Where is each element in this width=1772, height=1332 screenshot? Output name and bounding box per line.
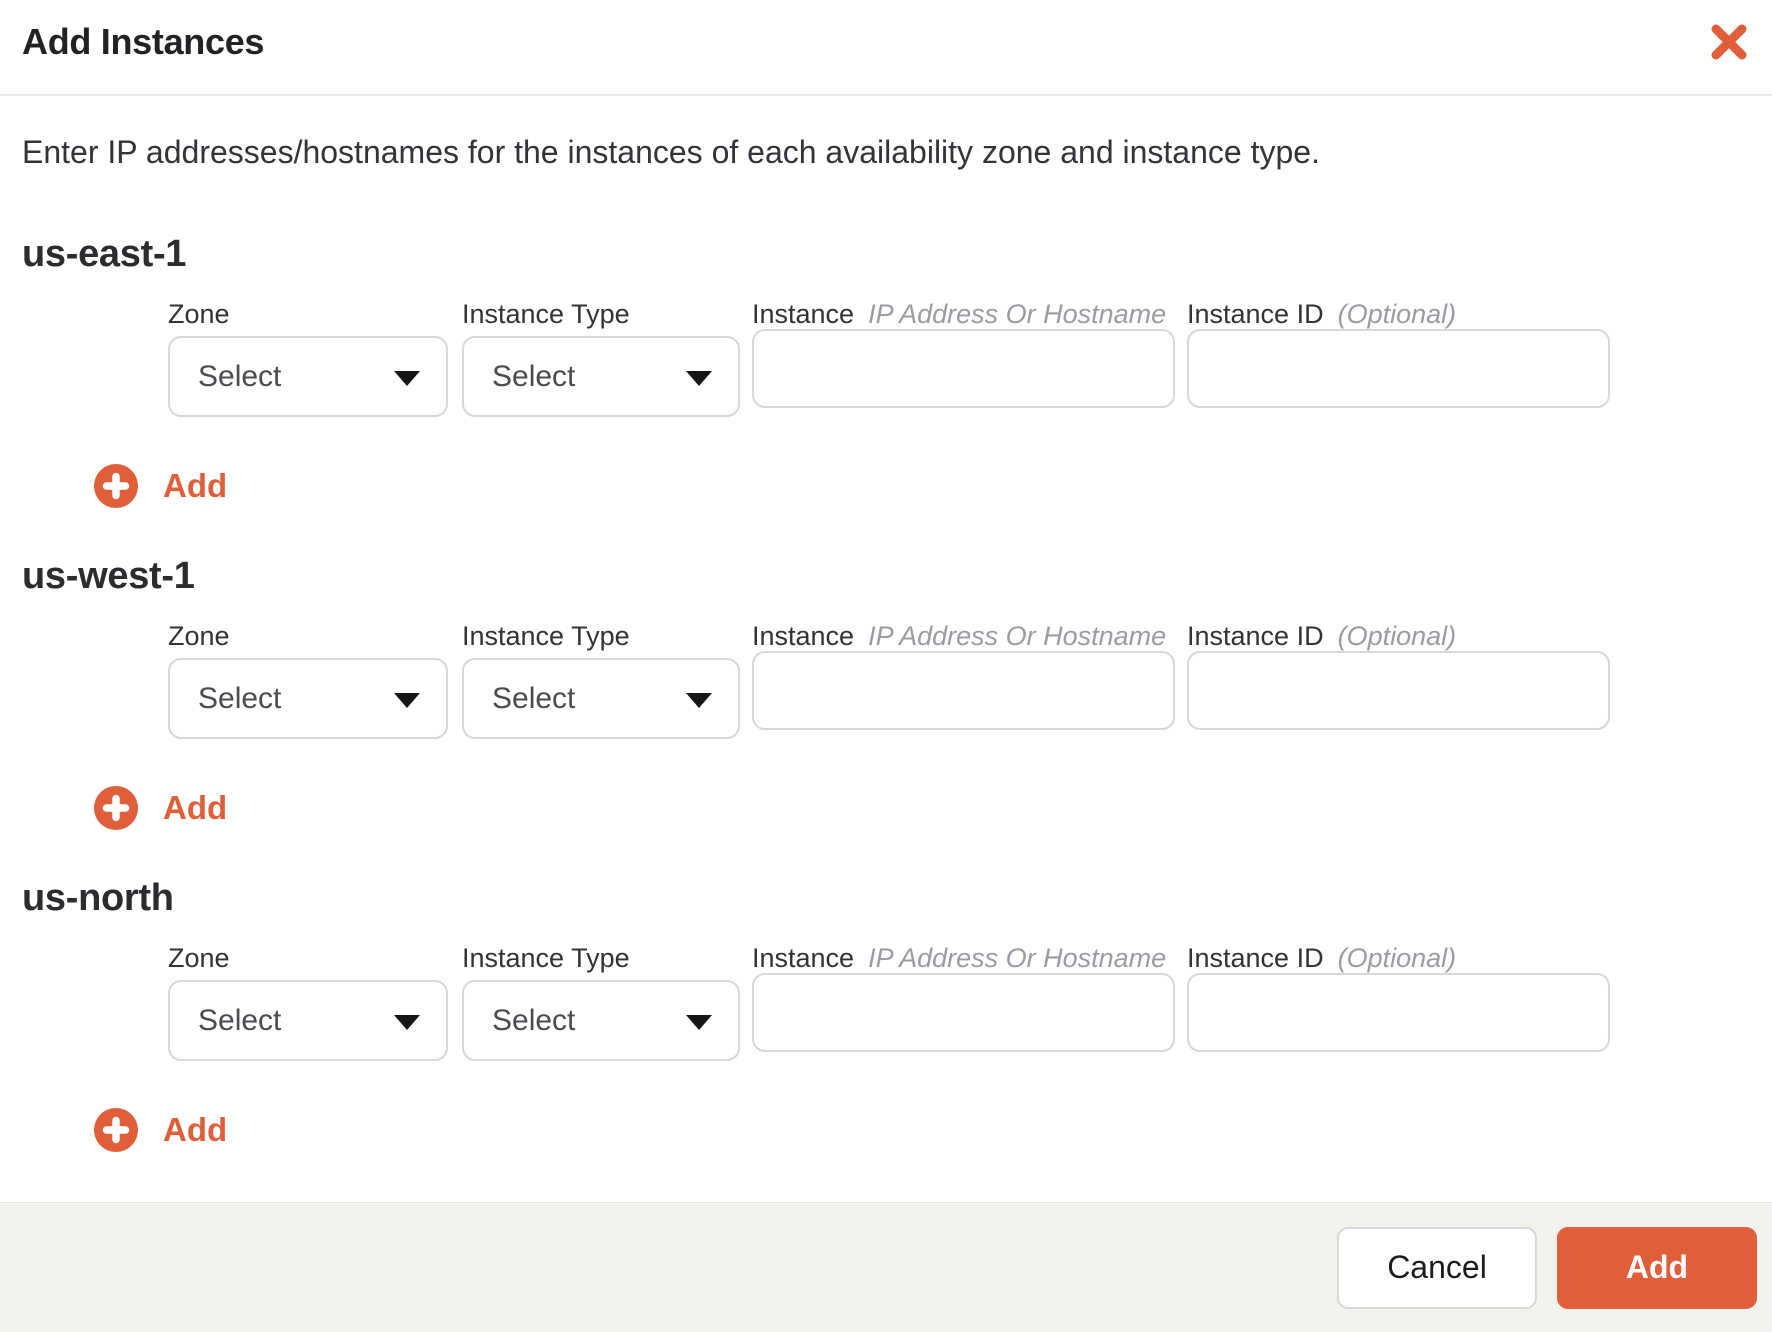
zone-select-value: Select (198, 1003, 282, 1037)
zone-label: Zone (168, 943, 230, 973)
section-heading: us-west-1 (22, 555, 195, 597)
instance-input[interactable] (752, 329, 1175, 408)
zone-label-row: Zone (168, 297, 448, 331)
instance-hint: IP Address Or Hostname (868, 299, 1167, 329)
zone-select[interactable]: Select (168, 658, 448, 739)
zone-field: Zone Select (168, 619, 448, 739)
instance-type-label: Instance Type (462, 943, 630, 973)
zone-field: Zone Select (168, 941, 448, 1061)
instance-field: Instance IP Address Or Hostname (752, 941, 1175, 1052)
instance-input[interactable] (752, 973, 1175, 1052)
instance-id-label-row: Instance ID (Optional) (1187, 619, 1610, 653)
modal-footer: Cancel Add (0, 1202, 1772, 1332)
modal-header: Add Instances (0, 0, 1772, 96)
instance-label-row: Instance IP Address Or Hostname (752, 941, 1175, 975)
instance-label: Instance (752, 943, 855, 973)
instance-field: Instance IP Address Or Hostname (752, 619, 1175, 730)
instance-id-hint: (Optional) (1337, 621, 1457, 651)
section-us-west-1: us-west-1 Zone Select Instance Type Sele… (22, 554, 1750, 830)
instance-type-select[interactable]: Select (462, 658, 740, 739)
add-row-label: Add (163, 1111, 228, 1148)
chevron-down-icon (686, 1015, 712, 1030)
instance-id-label: Instance ID (1187, 943, 1324, 973)
chevron-down-icon (394, 371, 420, 386)
instance-id-label-row: Instance ID (Optional) (1187, 297, 1610, 331)
instance-id-label: Instance ID (1187, 299, 1324, 329)
instance-label: Instance (752, 621, 855, 651)
zone-label: Zone (168, 621, 230, 651)
plus-circle-icon (94, 786, 138, 830)
cancel-button[interactable]: Cancel (1337, 1226, 1537, 1309)
plus-circle-icon (94, 1108, 138, 1152)
instance-id-field: Instance ID (Optional) (1187, 619, 1610, 730)
close-button[interactable] (1710, 24, 1748, 60)
zone-field: Zone Select (168, 297, 448, 417)
zone-select[interactable]: Select (168, 980, 448, 1061)
fields-row: Zone Select Instance Type Select Instanc… (168, 941, 1750, 1061)
instance-type-select[interactable]: Select (462, 980, 740, 1061)
instance-type-label-row: Instance Type (462, 297, 740, 331)
instance-id-input[interactable] (1187, 651, 1610, 730)
instance-id-hint: (Optional) (1337, 943, 1457, 973)
zone-label-row: Zone (168, 941, 448, 975)
zone-label: Zone (168, 299, 230, 329)
instance-type-select-value: Select (492, 359, 576, 393)
instance-type-field: Instance Type Select (462, 297, 740, 417)
instance-type-field: Instance Type Select (462, 619, 740, 739)
add-button[interactable]: Add (1557, 1226, 1757, 1309)
instance-hint: IP Address Or Hostname (868, 943, 1167, 973)
plus-circle-icon (94, 464, 138, 508)
fields-row: Zone Select Instance Type Select Instanc… (168, 297, 1750, 417)
zone-select-value: Select (198, 681, 282, 715)
instance-id-field: Instance ID (Optional) (1187, 941, 1610, 1052)
instance-type-select[interactable]: Select (462, 336, 740, 417)
chevron-down-icon (686, 371, 712, 386)
instance-hint: IP Address Or Hostname (868, 621, 1167, 651)
instance-type-label-row: Instance Type (462, 619, 740, 653)
add-instance-row-button[interactable]: Add (94, 464, 227, 508)
instance-label: Instance (752, 299, 855, 329)
section-us-east-1: us-east-1 Zone Select Instance Type Sele… (22, 232, 1750, 508)
instance-type-label-row: Instance Type (462, 941, 740, 975)
instance-id-field: Instance ID (Optional) (1187, 297, 1610, 408)
instance-id-label-row: Instance ID (Optional) (1187, 941, 1610, 975)
add-instance-row-button[interactable]: Add (94, 1108, 227, 1152)
section-us-north: us-north Zone Select Instance Type Selec… (22, 876, 1750, 1152)
modal-title: Add Instances (22, 21, 265, 62)
x-icon (1710, 24, 1748, 60)
instance-type-select-value: Select (492, 1003, 576, 1037)
instance-id-hint: (Optional) (1337, 299, 1457, 329)
instance-id-input[interactable] (1187, 973, 1610, 1052)
modal-body: Enter IP addresses/hostnames for the ins… (0, 96, 1772, 1202)
zone-select-value: Select (198, 359, 282, 393)
instance-type-label: Instance Type (462, 621, 630, 651)
zone-label-row: Zone (168, 619, 448, 653)
modal-description: Enter IP addresses/hostnames for the ins… (22, 134, 1320, 170)
instance-field: Instance IP Address Or Hostname (752, 297, 1175, 408)
instance-type-select-value: Select (492, 681, 576, 715)
instance-type-label: Instance Type (462, 299, 630, 329)
add-row-label: Add (163, 789, 228, 826)
chevron-down-icon (394, 1015, 420, 1030)
fields-row: Zone Select Instance Type Select Instanc… (168, 619, 1750, 739)
section-heading: us-east-1 (22, 233, 187, 275)
instance-input[interactable] (752, 651, 1175, 730)
add-row-label: Add (163, 467, 228, 504)
instance-label-row: Instance IP Address Or Hostname (752, 619, 1175, 653)
instance-type-field: Instance Type Select (462, 941, 740, 1061)
instance-id-input[interactable] (1187, 329, 1610, 408)
zone-select[interactable]: Select (168, 336, 448, 417)
instance-label-row: Instance IP Address Or Hostname (752, 297, 1175, 331)
add-instances-modal: Add Instances Enter IP addresses/hostnam… (0, 0, 1772, 1332)
instance-id-label: Instance ID (1187, 621, 1324, 651)
chevron-down-icon (686, 693, 712, 708)
chevron-down-icon (394, 693, 420, 708)
add-instance-row-button[interactable]: Add (94, 786, 227, 830)
section-heading: us-north (22, 877, 174, 919)
